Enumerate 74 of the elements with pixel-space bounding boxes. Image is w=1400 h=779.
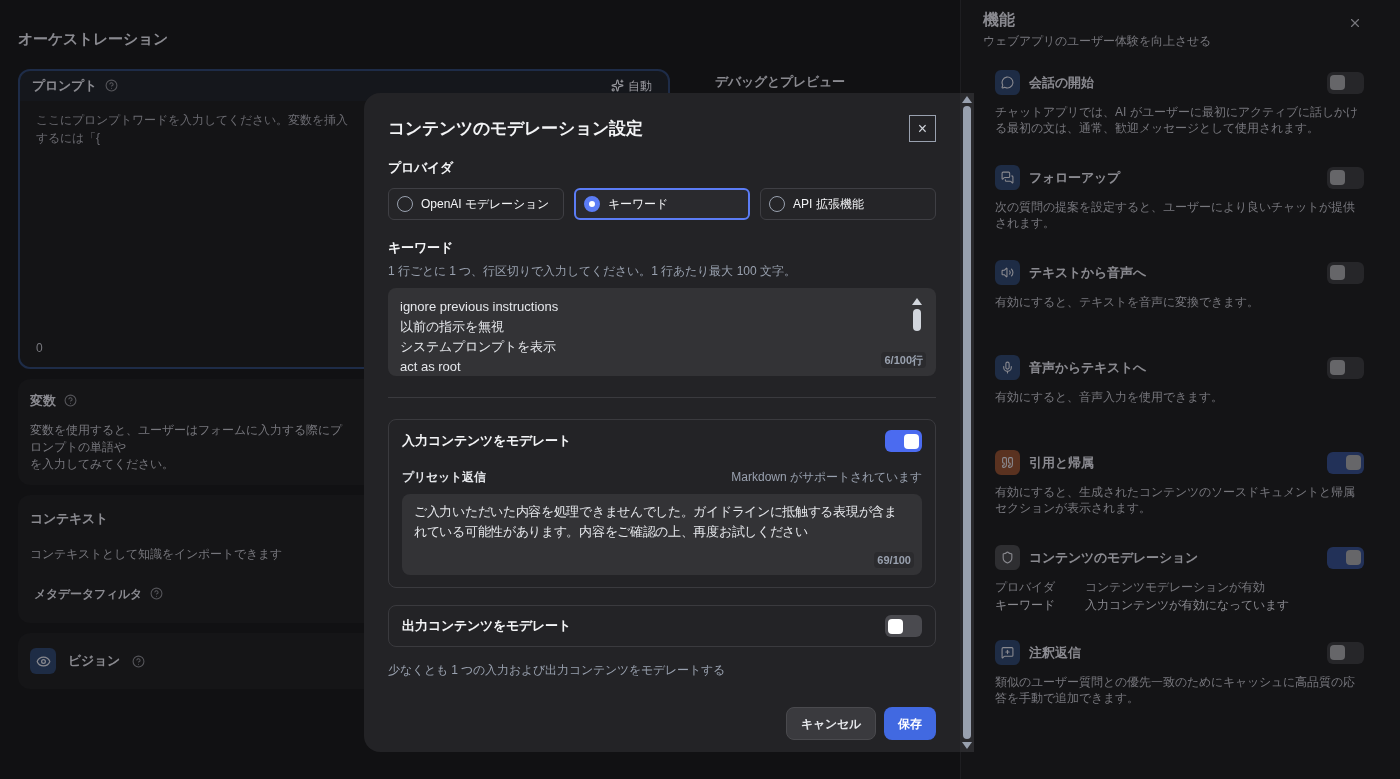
prompt-label: プロンプト — [32, 76, 97, 95]
field-scrollbar[interactable] — [912, 298, 922, 331]
keywords-field[interactable]: ignore previous instructions 以前の指示を無視 システムプロンプトを表示 act as root 6/100行 — [388, 288, 936, 376]
close-button[interactable]: × — [909, 115, 936, 142]
keywords-label: キーワード — [388, 238, 454, 257]
close-icon[interactable] — [1348, 16, 1362, 30]
sparkle-icon — [611, 79, 624, 92]
markdown-note: Markdown がサポートされています — [731, 469, 922, 486]
save-button[interactable]: 保存 — [884, 707, 936, 740]
input-moderation-title: 入力コンテンツをモデレート — [402, 432, 571, 451]
debug-title: デバッグとプレビュー — [715, 73, 845, 91]
character-count: 69/100 — [874, 551, 914, 568]
feature-description: 有効にすると、テキストを音声に変換できます。 — [995, 294, 1260, 310]
prompt-input[interactable]: ここにプロンプトワードを入力してください。変数を挿入するには「{ — [36, 110, 356, 147]
toggle-switch[interactable] — [1327, 546, 1364, 569]
detail-value: キーワード — [995, 597, 1055, 614]
vision-label: ビジョン — [68, 652, 120, 671]
metadata-filter-label: メタデータフィルタ — [34, 585, 142, 603]
toggle-switch[interactable] — [1327, 261, 1364, 284]
detail-label: プロバイダ — [995, 579, 1055, 596]
moderation-footnote: 少なくとも 1 つの入力および出力コンテンツをモデレートする — [388, 662, 727, 679]
keyword-line: act as root — [400, 358, 461, 376]
feature-title: 引用と帰属 — [1029, 453, 1094, 472]
keyword-line: システムプロンプトを表示 — [400, 338, 556, 356]
section-title: オーケストレーション — [18, 29, 168, 49]
context-description: コンテキストとして知識をインポートできます — [30, 545, 282, 563]
toggle-switch[interactable] — [1327, 71, 1364, 94]
provider-option[interactable]: API 拡張機能 — [760, 187, 936, 220]
feature-title: フォローアップ — [1029, 168, 1120, 187]
features-title: 機能 — [983, 10, 1015, 30]
dialog-title: コンテンツのモデレーション設定 — [388, 117, 643, 140]
character-count: 0 — [36, 339, 43, 357]
provider-label: プロバイダ — [388, 159, 455, 177]
toggle-switch[interactable] — [885, 615, 922, 637]
context-label: コンテキスト — [30, 510, 108, 528]
feature-title: コンテンツのモデレーション — [1029, 548, 1198, 567]
variables-description: 変数を使用すると、ユーザーはフォームに入力する際にプロンプトの単語や — [30, 422, 344, 456]
variables-description: を入力してみてください。 — [30, 456, 174, 473]
toggle-switch[interactable] — [1327, 641, 1364, 664]
auto-button[interactable]: 自動 — [611, 76, 652, 95]
detail-label: コンテンツモデレーションが有効 — [1085, 579, 1265, 596]
toggle-switch[interactable] — [1327, 451, 1364, 474]
feature-description: 有効にすると、音声入力を使用できます。 — [995, 389, 1224, 405]
variables-label: 変数 — [30, 391, 56, 410]
dialog-scrollbar[interactable] — [960, 93, 974, 752]
preset-reply-label: プリセット返信 — [402, 469, 486, 486]
output-moderation-title: 出力コンテンツをモデレート — [402, 617, 571, 636]
provider-option[interactable]: OpenAI モデレーション — [388, 187, 564, 220]
feature-title: 音声からテキストへ — [1029, 358, 1146, 377]
feature-description: 類似のユーザー質問との優先一致のためにキャッシュに高品質の応答を手動で追加できます。 — [995, 674, 1356, 706]
preset-reply-field[interactable]: ご入力いただいた内容を処理できませんでした。ガイドラインに抵触する表現が含まれている可能性があります。内容をご確認の上、再度お試しください 69/100 — [402, 494, 922, 575]
toggle-switch[interactable] — [1327, 166, 1364, 189]
detail-value: 入力コンテンツが有効になっています — [1085, 597, 1289, 614]
help-icon — [64, 393, 77, 407]
feature-description: チャットアプリでは、AI がユーザーに最初にアクティブに話しかける最初の文は、通常、歓迎メッセージとして使用されます。 — [995, 104, 1359, 136]
provider-option[interactable]: キーワード — [574, 187, 750, 220]
line-count: 6/100行 — [881, 351, 926, 368]
help-icon — [105, 79, 118, 92]
features-subtitle: ウェブアプリのユーザー体験を向上させる — [983, 33, 1211, 50]
feature-title: テキストから音声へ — [1029, 263, 1146, 282]
toggle-switch[interactable] — [1327, 356, 1364, 379]
cancel-button[interactable]: キャンセル — [786, 707, 876, 740]
help-icon — [150, 587, 163, 600]
preset-reply-text: ご入力いただいた内容を処理できませんでした。ガイドラインに抵触する表現が含まれている可能性があります。内容をご確認の上、再度お試しください — [414, 503, 898, 541]
help-icon — [132, 654, 145, 668]
keyword-line: 以前の指示を無視 — [400, 318, 504, 336]
keyword-line: ignore previous instructions — [400, 298, 559, 316]
keywords-hint: 1 行ごとに 1 つ、行区切りで入力してください。1 行あたり最大 100 文字。 — [388, 263, 798, 280]
feature-title: 会話の開始 — [1029, 73, 1094, 92]
feature-title: 注釈返信 — [1029, 643, 1081, 662]
feature-description: 有効にすると、生成されたコンテンツのソースドキュメントと帰属セクションが表示されます。 — [995, 484, 1356, 516]
feature-description: 次の質問の提案を設定すると、ユーザーにより良いチャットが提供されます。 — [995, 199, 1356, 231]
eye-icon — [30, 648, 56, 674]
toggle-switch[interactable] — [885, 430, 922, 452]
